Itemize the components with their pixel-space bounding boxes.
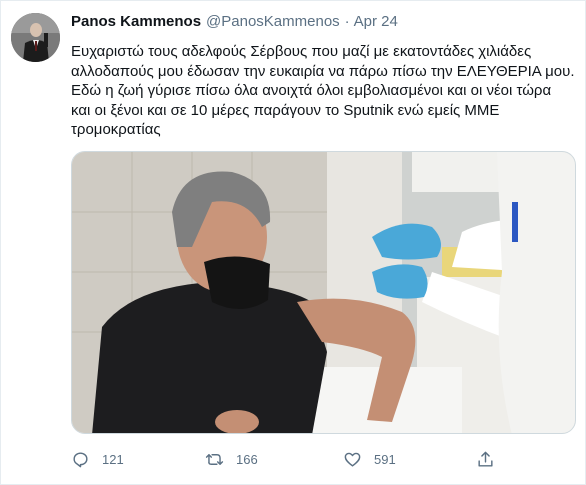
- separator-dot: ·: [344, 13, 350, 30]
- like-count: 591: [374, 451, 396, 467]
- like-button[interactable]: 591: [343, 447, 396, 471]
- vaccination-photo: [72, 152, 575, 433]
- tweet-date[interactable]: Apr 24: [354, 13, 398, 30]
- reply-count: 121: [102, 451, 124, 467]
- tweet-text-line: Ευχαριστώ τους αδελφούς Σέρβους που μαζί…: [71, 43, 532, 60]
- share-button[interactable]: [476, 447, 495, 471]
- profile-photo: [11, 13, 60, 62]
- tweet-text: Ευχαριστώ τους αδελφούς Σέρβους που μαζί…: [71, 42, 581, 140]
- avatar[interactable]: [11, 13, 60, 62]
- heart-icon: [344, 452, 361, 467]
- reply-button[interactable]: 121: [71, 447, 124, 471]
- retweet-button[interactable]: 166: [205, 447, 258, 471]
- tweet-header: Panos Kammenos @PanosKammenos · Apr 24: [71, 13, 398, 35]
- author-handle[interactable]: @PanosKammenos: [206, 13, 340, 30]
- tweet-text-line: Εδώ η ζωή γύρισε πίσω όλα ανοιχτά όλοι ε…: [71, 82, 552, 99]
- tweet-text-line: τρομοκρατίας: [71, 121, 161, 138]
- retweet-count: 166: [236, 451, 258, 467]
- tweet-photo[interactable]: [71, 151, 576, 434]
- tweet-text-line: αλλοδαπούς μου έδωσαν την ευκαιρία να πά…: [71, 62, 575, 80]
- author-name[interactable]: Panos Kammenos: [71, 13, 201, 30]
- tweet-text-line: και οι ξένοι και σε 10 μέρες παράγουν το…: [71, 101, 500, 119]
- tweet-actions: 121 166 591: [71, 447, 581, 471]
- tweet-card[interactable]: Panos Kammenos @PanosKammenos · Apr 24 Ε…: [0, 0, 586, 485]
- share-icon: [478, 451, 493, 467]
- retweet-icon: [205, 453, 224, 465]
- reply-icon: [73, 451, 88, 467]
